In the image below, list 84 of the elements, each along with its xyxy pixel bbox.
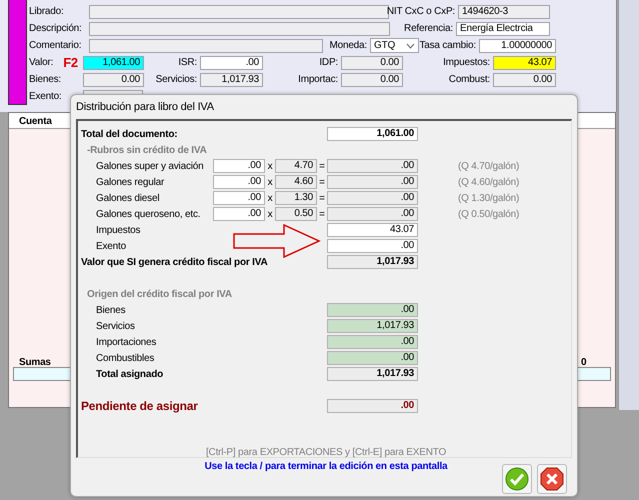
origin-field: 1,017.93 <box>327 319 418 333</box>
input-field[interactable]: 0.00 <box>83 73 144 87</box>
instruction-text: Use la tecla / para terminar la edición en esta pantalla <box>204 461 449 472</box>
pending-label: Pendiente de asignar <box>81 399 199 413</box>
input-field[interactable]: 0.00 <box>341 56 403 70</box>
field-label: Impuestos <box>95 224 142 236</box>
rate-field: 0.50 <box>275 207 317 221</box>
field-label: Exento: <box>29 91 62 102</box>
rate-field: 4.60 <box>275 175 317 189</box>
field-label: Comentario: <box>29 40 82 51</box>
field-label: Tasa cambio: <box>419 40 476 51</box>
input-field[interactable]: 1,061.00 <box>83 56 144 70</box>
field-label: Servicios: <box>156 74 197 85</box>
result-field: .00 <box>327 207 418 221</box>
rate-hint: (Q 1.30/galón) <box>458 192 520 204</box>
fuel-label: Galones super y aviación <box>95 160 204 172</box>
gallons-field[interactable]: .00 <box>213 207 265 221</box>
result-field: .00 <box>327 175 418 189</box>
input-field[interactable]: .00 <box>200 56 263 70</box>
origin-field: .00 <box>327 351 418 365</box>
equals-sign: = <box>318 208 326 220</box>
totals-value: 0 <box>581 357 586 368</box>
fuel-label: Galones queroseno, etc. <box>95 208 202 220</box>
shortcut-hint: [Ctrl-P] para EXPORTACIONES y [Ctrl-E] para EXENTO <box>204 447 448 458</box>
origin-field: .00 <box>327 303 418 317</box>
input-field[interactable]: Energía Electrcia <box>456 22 550 36</box>
input-field[interactable]: 1.00000000 <box>479 39 556 53</box>
times-sign: x <box>266 192 274 204</box>
times-sign: x <box>266 208 274 220</box>
field-label: Importac: <box>298 74 338 85</box>
fuel-label: Galones diesel <box>95 192 160 204</box>
field-label: Librado: <box>29 6 64 17</box>
rate-hint: (Q 4.60/galón) <box>458 176 520 188</box>
input-field[interactable]: 43.07 <box>327 223 418 237</box>
field-label: NIT CxC o CxP: <box>386 6 455 17</box>
input-field[interactable]: 1,017.93 <box>200 73 263 87</box>
field-label: IDP: <box>319 57 338 68</box>
section-heading: Origen del crédito fiscal por IVA <box>86 288 233 300</box>
field-label: Impuestos: <box>443 57 490 68</box>
hotkey-label: F2 <box>63 55 78 70</box>
times-sign: x <box>266 176 274 188</box>
credit-field: 1,017.93 <box>327 255 418 269</box>
field-label: Combust: <box>448 74 490 85</box>
field-label: Referencia: <box>404 23 453 34</box>
input-field[interactable]: 43.07 <box>493 56 556 70</box>
total-field[interactable]: 1,061.00 <box>327 127 418 141</box>
result-field: .00 <box>327 159 418 173</box>
input-field[interactable]: 0.00 <box>341 73 403 87</box>
gallons-field[interactable]: .00 <box>213 175 265 189</box>
section-heading: -Rubros sin crédito de IVA <box>86 144 208 156</box>
input-field[interactable]: .00 <box>327 239 418 253</box>
totals-label: Sumas <box>19 357 51 368</box>
field-label: Servicios <box>95 320 136 332</box>
field-label: Combustibles <box>95 352 156 364</box>
fuel-label: Galones regular <box>95 176 166 188</box>
currency-select[interactable]: GTQ <box>370 38 419 53</box>
result-field: .00 <box>327 191 418 205</box>
field-label: Descripción: <box>29 23 82 34</box>
assigned-field: 1,017.93 <box>327 367 418 381</box>
total-label: Total del documento: <box>81 128 178 140</box>
gallons-field[interactable]: .00 <box>213 191 265 205</box>
field-label: ISR: <box>178 57 197 68</box>
assigned-label: Total asignado <box>95 368 164 380</box>
origin-field: .00 <box>327 335 418 349</box>
gallons-field[interactable]: .00 <box>213 159 265 173</box>
field-label: Importaciones <box>95 336 158 348</box>
equals-sign: = <box>318 176 326 188</box>
field-label: Bienes <box>95 304 126 316</box>
dialog-title: Distribución para libro del IVA <box>76 101 214 113</box>
credit-label: Valor que SI genera crédito fiscal por IVA <box>81 256 268 268</box>
field-label: Bienes: <box>29 74 61 85</box>
equals-sign: = <box>318 192 326 204</box>
rate-field: 4.70 <box>275 159 317 173</box>
field-label: Valor: <box>29 57 54 68</box>
field-label: Exento <box>95 240 127 252</box>
input-field[interactable]: 1494620-3 <box>458 5 550 19</box>
rate-field: 1.30 <box>275 191 317 205</box>
equals-sign: = <box>318 160 326 172</box>
field-label: Moneda: <box>329 40 367 51</box>
times-sign: x <box>266 160 274 172</box>
pending-field: .00 <box>327 399 418 413</box>
rate-hint: (Q 4.70/galón) <box>458 160 520 172</box>
input-field[interactable]: 0.00 <box>493 73 556 87</box>
rate-hint: (Q 0.50/galón) <box>458 208 520 220</box>
